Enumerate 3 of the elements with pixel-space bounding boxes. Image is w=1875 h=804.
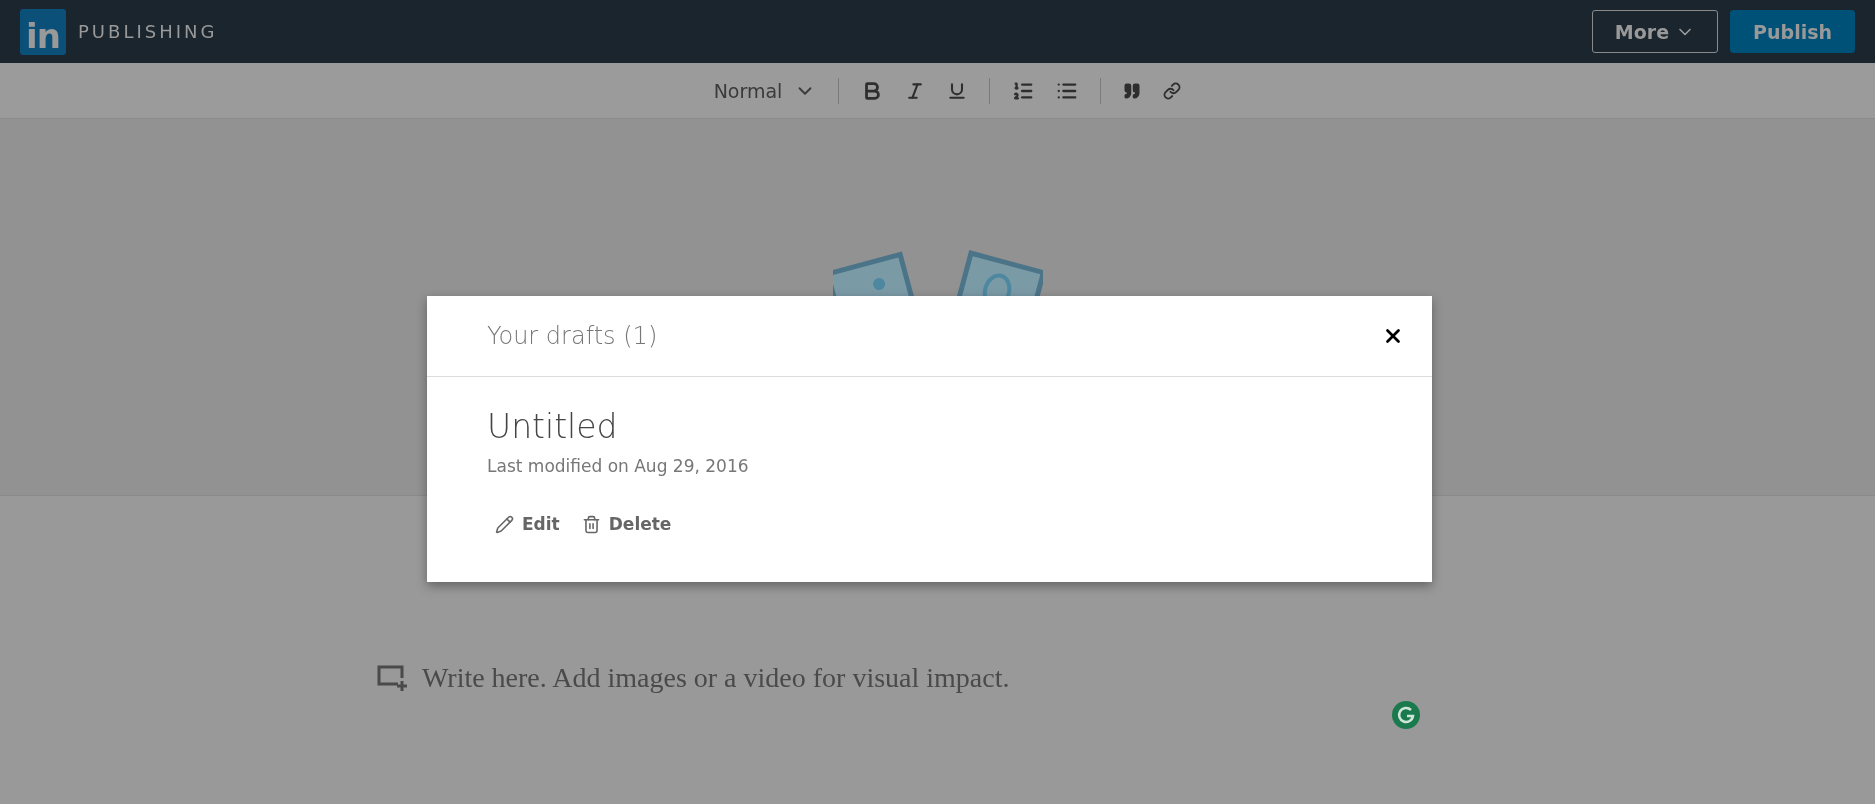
dialog-title: Your drafts (1) [487, 322, 659, 350]
modified-date: Last modified on Aug 29, 2016 [487, 456, 750, 476]
brand-name: PUBLISHING [78, 21, 218, 42]
